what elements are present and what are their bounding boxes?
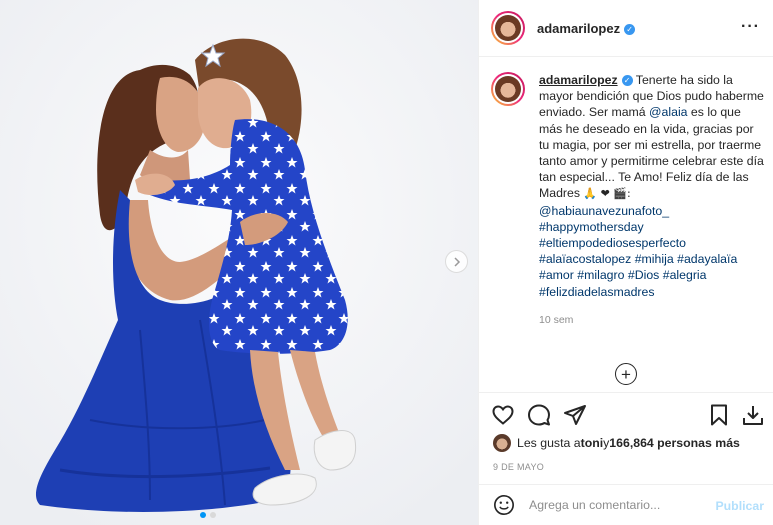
carousel-dot-active [200, 512, 206, 518]
verified-badge-icon: ✓ [624, 23, 636, 35]
bookmark-icon[interactable] [707, 403, 731, 427]
hashtag[interactable]: #adayalaïa [677, 252, 737, 266]
verified-badge-icon: ✓ [621, 75, 633, 86]
hashtag[interactable]: #alegria [663, 268, 707, 282]
hashtag[interactable]: #Dios [628, 268, 659, 282]
hashtag[interactable]: #eltiempodediosesperfecto [539, 236, 686, 250]
caption-username[interactable]: adamarilopez [539, 73, 618, 87]
hashtag[interactable]: #happymothersday [539, 220, 644, 234]
smile-icon[interactable] [493, 494, 515, 516]
hashtag[interactable]: #amor [539, 268, 574, 282]
post-sidebar: adamarilopez ✓ ··· adamarilopez ✓ Tenerte … [478, 0, 773, 525]
mother-daughter-photo [0, 0, 478, 525]
header-username[interactable]: adamarilopez ✓ [537, 21, 636, 36]
avatar[interactable] [491, 11, 525, 45]
carousel-dots [200, 512, 216, 518]
post-date[interactable]: 9 DE MAYO [493, 462, 544, 472]
publish-button[interactable]: Publicar [715, 499, 764, 513]
caption-body-2: es lo que más he deseado en la vida, gra… [539, 105, 764, 201]
likes-prefix: Les gusta a [517, 436, 581, 450]
heart-icon[interactable] [491, 403, 515, 427]
likes-summary: Les gusta a toni y 166,864 personas más [493, 434, 740, 452]
hashtag[interactable]: #mihija [635, 252, 674, 266]
liker-username[interactable]: toni [581, 436, 604, 450]
hashtag[interactable]: #felizdiadelasmadres [539, 285, 655, 299]
post-photo[interactable] [0, 0, 478, 525]
comment-icon[interactable] [527, 403, 551, 427]
share-icon[interactable] [563, 403, 587, 427]
caption-age[interactable]: 10 sem [539, 312, 764, 328]
hashtag[interactable]: #alaïacostalopez [539, 252, 631, 266]
action-bar [479, 392, 773, 432]
instagram-post: adamarilopez ✓ ··· adamarilopez ✓ Tenerte … [0, 0, 773, 525]
mention-alaia[interactable]: @alaia [649, 105, 687, 119]
next-photo-button[interactable] [445, 250, 468, 273]
mention-photographer[interactable]: @habiaunavezunafoto_ [539, 204, 669, 218]
likes-count[interactable]: 166,864 personas más [609, 436, 740, 450]
post-header: adamarilopez ✓ ··· [479, 0, 773, 57]
caption-avatar[interactable] [491, 72, 525, 106]
more-options-icon[interactable]: ··· [741, 18, 760, 36]
liker-avatar[interactable] [493, 434, 511, 452]
caption: adamarilopez ✓ Tenerte ha sido la mayor b… [491, 72, 766, 328]
carousel-dot [210, 512, 216, 518]
comment-input[interactable] [529, 498, 704, 512]
download-icon[interactable] [741, 403, 765, 427]
caption-emoji: 🙏 ❤ 🎬: [583, 187, 631, 201]
avatar-image [495, 15, 521, 41]
plus-circle-icon[interactable]: + [615, 363, 637, 385]
caption-text: adamarilopez ✓ Tenerte ha sido la mayor b… [539, 72, 764, 328]
chevron-right-icon [453, 256, 460, 267]
comment-bar: Publicar [479, 484, 773, 525]
hashtag[interactable]: #milagro [577, 268, 624, 282]
